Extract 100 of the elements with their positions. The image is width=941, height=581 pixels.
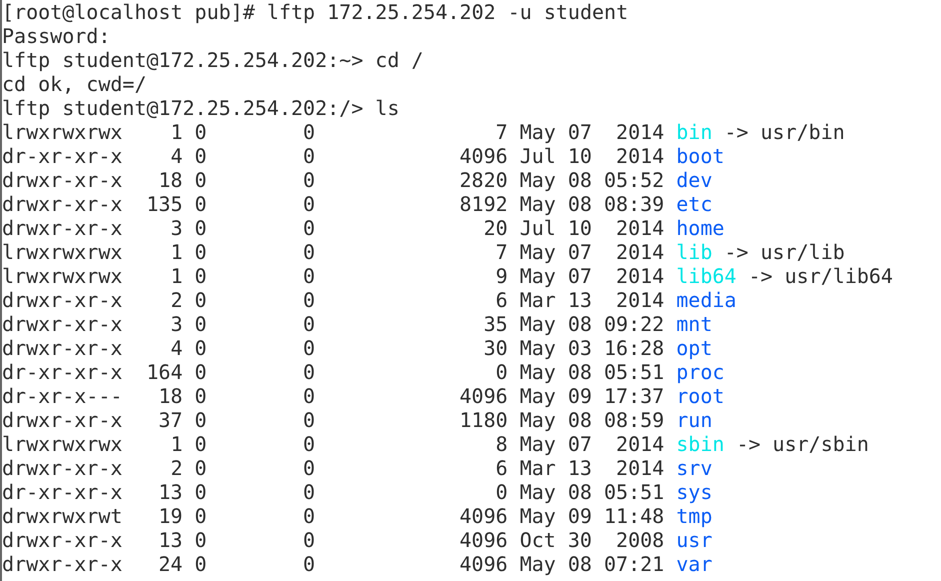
link-count: 164 <box>146 360 183 384</box>
file-name: etc <box>676 192 712 216</box>
link-count: 1 <box>170 264 183 288</box>
file-name: bin <box>676 120 712 144</box>
group: 0 <box>303 120 316 144</box>
group: 0 <box>303 264 316 288</box>
group: 0 <box>303 216 316 240</box>
date: Jul 10 2014 <box>520 216 664 240</box>
link-count: 13 <box>158 528 183 552</box>
terminal-line: lftp student@172.25.254.202:~> cd / <box>2 48 424 72</box>
file-size: 0 <box>496 360 508 384</box>
date: Oct 30 2008 <box>520 528 664 552</box>
file-name: media <box>676 288 736 312</box>
file-name: dev <box>676 168 712 192</box>
permissions: drwxrwxrwt <box>2 504 122 528</box>
file-size: 4096 <box>460 528 508 552</box>
group: 0 <box>303 288 316 312</box>
date: May 08 08:39 <box>520 192 664 216</box>
date: May 08 08:59 <box>520 408 664 432</box>
link-count: 1 <box>170 432 183 456</box>
date: May 08 05:51 <box>520 480 664 504</box>
group: 0 <box>303 528 316 552</box>
group: 0 <box>303 504 316 528</box>
link-count: 135 <box>146 192 183 216</box>
file-size: 7 <box>496 240 508 264</box>
group: 0 <box>303 360 316 384</box>
link-count: 1 <box>170 120 183 144</box>
file-size: 35 <box>484 312 508 336</box>
file-name: root <box>676 384 724 408</box>
file-name: lib64 <box>676 264 736 288</box>
group: 0 <box>303 168 316 192</box>
file-name: proc <box>676 360 724 384</box>
link-count: 18 <box>158 168 183 192</box>
file-name: sbin <box>676 432 724 456</box>
date: May 08 05:52 <box>520 168 664 192</box>
file-size: 6 <box>496 288 508 312</box>
group: 0 <box>303 192 316 216</box>
date: May 08 05:51 <box>520 360 664 384</box>
file-name: run <box>676 408 712 432</box>
date: Jul 10 2014 <box>520 144 664 168</box>
permissions: drwxr-xr-x <box>2 552 122 576</box>
owner: 0 <box>194 120 207 144</box>
owner: 0 <box>194 216 207 240</box>
link-count: 3 <box>170 216 183 240</box>
date: Mar 13 2014 <box>520 456 664 480</box>
file-name: usr <box>676 528 712 552</box>
file-size: 0 <box>496 480 508 504</box>
terminal-line: Password: <box>2 24 110 48</box>
file-size: 4096 <box>460 552 508 576</box>
owner: 0 <box>194 336 207 360</box>
permissions: lrwxrwxrwx <box>2 120 122 144</box>
link-target: -> usr/lib64 <box>748 264 893 288</box>
permissions: drwxr-xr-x <box>2 168 122 192</box>
group: 0 <box>303 312 316 336</box>
file-size: 30 <box>484 336 508 360</box>
link-count: 2 <box>170 456 183 480</box>
owner: 0 <box>194 504 207 528</box>
terminal-line: cd ok, cwd=/ <box>2 72 146 96</box>
owner: 0 <box>194 264 207 288</box>
group: 0 <box>303 408 316 432</box>
link-count: 2 <box>170 288 183 312</box>
date: May 08 09:22 <box>520 312 664 336</box>
permissions: lrwxrwxrwx <box>2 240 122 264</box>
link-target: -> usr/sbin <box>736 432 869 456</box>
file-size: 1180 <box>460 408 508 432</box>
file-size: 20 <box>484 216 508 240</box>
file-size: 4096 <box>460 384 508 408</box>
owner: 0 <box>194 528 207 552</box>
permissions: drwxr-xr-x <box>2 528 122 552</box>
date: May 07 2014 <box>520 120 664 144</box>
owner: 0 <box>194 480 207 504</box>
owner: 0 <box>194 240 207 264</box>
file-name: mnt <box>676 312 712 336</box>
link-count: 4 <box>170 144 183 168</box>
file-size: 4096 <box>460 144 508 168</box>
permissions: drwxr-xr-x <box>2 336 122 360</box>
owner: 0 <box>194 192 207 216</box>
date: May 08 07:21 <box>520 552 664 576</box>
permissions: drwxr-xr-x <box>2 456 122 480</box>
permissions: drwxr-xr-x <box>2 288 122 312</box>
owner: 0 <box>194 288 207 312</box>
link-count: 13 <box>158 480 183 504</box>
terminal-line: lftp student@172.25.254.202:/> ls <box>2 96 400 120</box>
file-size: 2820 <box>460 168 508 192</box>
owner: 0 <box>194 408 207 432</box>
group: 0 <box>303 432 316 456</box>
group: 0 <box>303 144 316 168</box>
permissions: lrwxrwxrwx <box>2 264 122 288</box>
link-count: 18 <box>158 384 183 408</box>
file-name: var <box>676 552 712 576</box>
owner: 0 <box>194 144 207 168</box>
permissions: dr-xr-xr-x <box>2 360 122 384</box>
file-name: tmp <box>676 504 712 528</box>
date: May 09 11:48 <box>520 504 664 528</box>
link-count: 3 <box>170 312 183 336</box>
file-name: srv <box>676 456 712 480</box>
date: May 07 2014 <box>520 264 664 288</box>
terminal-line: [root@localhost pub]# lftp 172.25.254.202 -u student <box>2 0 628 24</box>
group: 0 <box>303 336 316 360</box>
owner: 0 <box>194 312 207 336</box>
